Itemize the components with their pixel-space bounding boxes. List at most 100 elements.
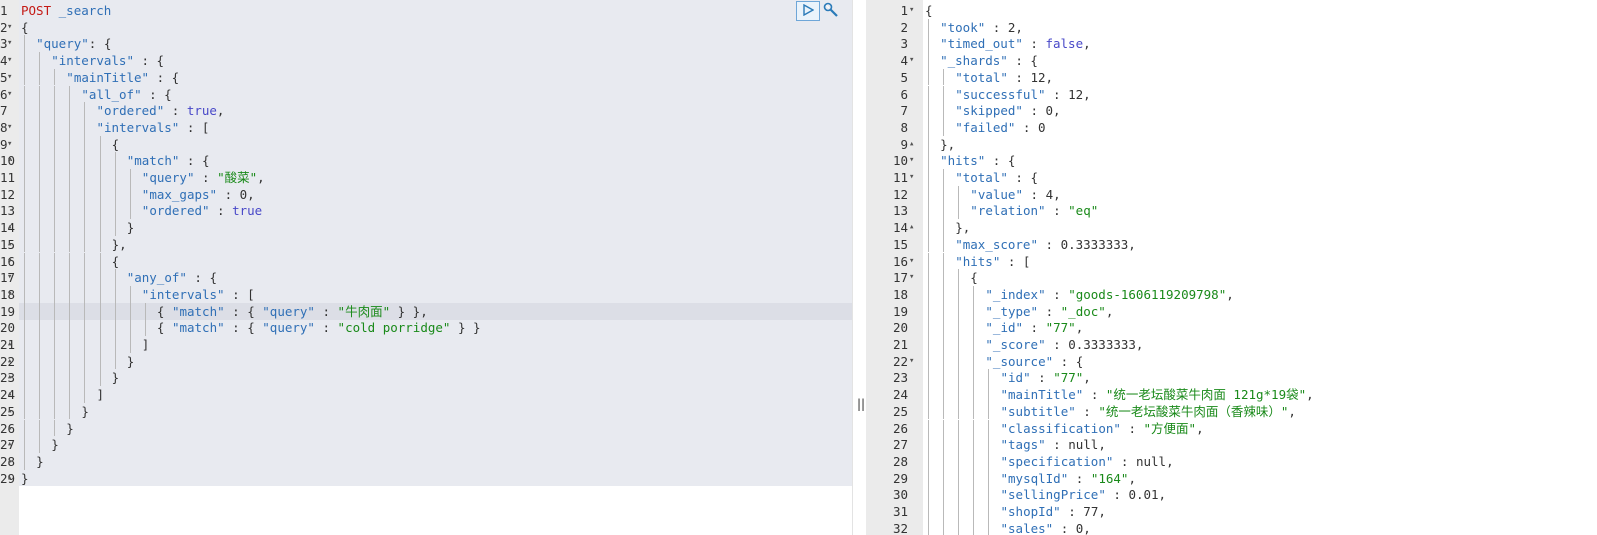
- line-number: 6: [900, 86, 908, 102]
- fold-collapse-icon[interactable]: ▾: [7, 253, 12, 270]
- fold-expand-icon[interactable]: ▴: [909, 136, 914, 153]
- run-request-button[interactable]: [796, 1, 820, 21]
- indent-guide: [24, 102, 25, 119]
- fold-collapse-icon[interactable]: ▾: [7, 119, 12, 136]
- indent-guide: [69, 202, 71, 220]
- indent-guide: [39, 68, 41, 86]
- line-number: 13: [892, 203, 908, 219]
- fold-expand-icon[interactable]: ▴: [909, 219, 914, 236]
- indent-guide: [99, 135, 101, 153]
- indent-guide: [928, 436, 929, 453]
- fold-collapse-icon[interactable]: ▾: [7, 269, 12, 286]
- token-key: "all_of": [81, 86, 142, 102]
- token-punct: ,: [1075, 320, 1084, 336]
- indent-guide: [129, 285, 131, 303]
- indent-guide: [928, 235, 929, 253]
- fold-expand-icon[interactable]: ▴: [7, 436, 12, 453]
- fold-collapse-icon[interactable]: ▾: [909, 169, 914, 186]
- fold-expand-icon[interactable]: ▴: [7, 369, 12, 386]
- line-number: 22: [0, 353, 15, 370]
- indent-guide: [943, 486, 945, 503]
- line-number: 15: [892, 236, 908, 252]
- token-punct: }: [111, 370, 120, 386]
- indent-guide: [988, 402, 990, 420]
- request-editor[interactable]: 1 POST _search 2 ▾{3 ▾ "query": {4 ▾ "intervals…: [0, 0, 852, 535]
- indent-guide: [69, 135, 71, 153]
- token-punct: :: [194, 170, 218, 185]
- indent-guide: [39, 102, 41, 119]
- indent-guide: [69, 235, 71, 253]
- line-number: 13: [0, 202, 15, 219]
- token-path: _search: [58, 3, 112, 18]
- code-line: }: [127, 353, 135, 370]
- indent-guide: [24, 419, 25, 437]
- token-key: "failed": [955, 119, 1016, 135]
- fold-collapse-icon[interactable]: ▾: [909, 2, 914, 19]
- indent-guide: [24, 235, 25, 253]
- fold-collapse-icon[interactable]: ▾: [7, 35, 12, 52]
- token-key: "_index": [985, 286, 1046, 302]
- code-line: "shopId" : 77,: [1001, 503, 1106, 520]
- fold-expand-icon[interactable]: ▴: [7, 219, 12, 236]
- fold-collapse-icon[interactable]: ▾: [909, 52, 914, 69]
- indent-guide: [24, 219, 25, 236]
- fold-collapse-icon[interactable]: ▾: [909, 269, 914, 286]
- settings-button[interactable]: [822, 2, 840, 20]
- token-key: "query": [141, 170, 195, 185]
- fold-expand-icon[interactable]: ▴: [7, 336, 12, 353]
- indent-guide: [99, 302, 101, 320]
- indent-guide: [99, 202, 101, 220]
- code-line: "total" : {: [955, 169, 1038, 186]
- fold-expand-icon[interactable]: ▴: [7, 386, 12, 403]
- line-number: 11: [0, 169, 15, 186]
- fold-expand-icon[interactable]: ▴: [7, 453, 12, 470]
- token-str: "统一老坛酸菜牛肉面 121g*19袋": [1105, 387, 1307, 403]
- fold-expand-icon[interactable]: ▴: [7, 353, 12, 370]
- indent-guide: [24, 52, 25, 69]
- fold-collapse-icon[interactable]: ▾: [7, 69, 12, 86]
- line-number: 4: [0, 53, 8, 69]
- fold-collapse-icon[interactable]: ▾: [7, 86, 12, 103]
- indent-guide: [54, 269, 56, 286]
- fold-collapse-icon[interactable]: ▾: [7, 152, 12, 169]
- fold-expand-icon[interactable]: ▴: [7, 470, 12, 487]
- fold-collapse-icon[interactable]: ▾: [7, 136, 12, 153]
- code-line: "intervals" : [: [97, 119, 210, 136]
- indent-guide: [973, 469, 975, 487]
- fold-expand-icon[interactable]: ▴: [7, 403, 12, 420]
- line-number: 5: [0, 69, 8, 85]
- token-punct: : [: [1000, 253, 1031, 269]
- code-line: "took" : 2,: [940, 19, 1023, 36]
- fold-collapse-icon[interactable]: ▾: [7, 286, 12, 303]
- fold-collapse-icon[interactable]: ▾: [909, 152, 914, 169]
- token-str: "酸菜": [217, 170, 258, 185]
- pane-resize-divider[interactable]: [852, 0, 867, 535]
- indent-guide: [69, 302, 71, 320]
- indent-guide: [39, 219, 41, 236]
- token-key: "_type": [985, 303, 1039, 319]
- fold-expand-icon[interactable]: ▴: [7, 420, 12, 437]
- fold-collapse-icon[interactable]: ▾: [909, 353, 914, 370]
- token-punct: :: [1007, 69, 1031, 85]
- indent-guide: [69, 352, 71, 370]
- line-number: 3: [0, 36, 8, 52]
- indent-guide: [84, 252, 86, 270]
- code-line: {: [21, 19, 29, 36]
- fold-collapse-icon[interactable]: ▾: [7, 52, 12, 69]
- indent-guide: [943, 369, 945, 387]
- response-viewer[interactable]: 1 ▾{2 "took" : 2, 3 "timed_out" : false, 4 ▾ "_…: [866, 0, 1597, 535]
- fold-collapse-icon[interactable]: ▾: [7, 19, 12, 36]
- indent-guide: [973, 503, 975, 520]
- indent-guide: [928, 269, 929, 286]
- indent-guide: [973, 386, 975, 403]
- resize-grip[interactable]: ||: [857, 397, 865, 411]
- indent-guide: [84, 102, 86, 119]
- code-line: { "match" : { "query" : "牛肉面" } },: [157, 303, 428, 320]
- indent-guide: [928, 386, 929, 403]
- indent-guide: [84, 135, 86, 153]
- indent-guide: [39, 352, 41, 370]
- indent-guide: [24, 135, 25, 153]
- code-line: "subtitle" : "统一老坛酸菜牛肉面（香辣味）",: [1001, 403, 1296, 420]
- fold-expand-icon[interactable]: ▴: [7, 236, 12, 253]
- fold-collapse-icon[interactable]: ▾: [909, 253, 914, 270]
